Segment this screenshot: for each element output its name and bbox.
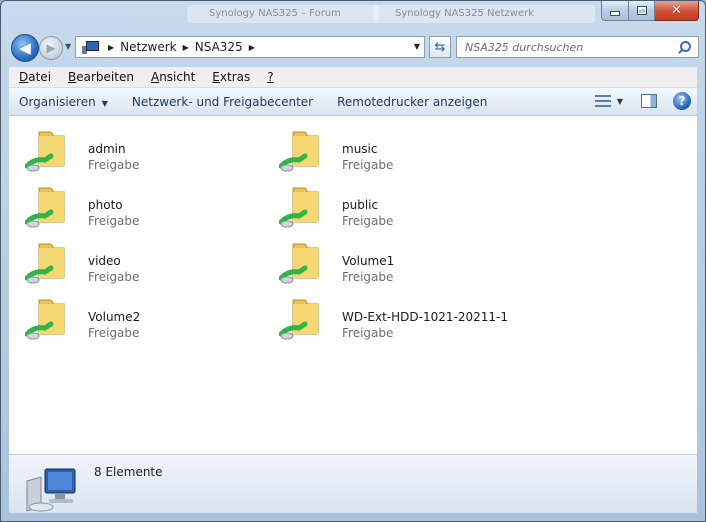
share-name: admin [88, 142, 126, 156]
share-name: Volume2 [88, 310, 141, 324]
shared-folder-icon [25, 131, 65, 172]
chevron-down-icon[interactable]: ▼ [617, 97, 623, 106]
share-name: music [342, 142, 378, 156]
share-type: Freigabe [88, 214, 140, 228]
change-view-icon[interactable] [594, 94, 611, 108]
shared-folder-icon [279, 299, 319, 340]
share-item[interactable]: photo Freigabe [25, 180, 265, 232]
menu-extras[interactable]: Extras [202, 70, 257, 84]
shared-folder-icon [279, 187, 319, 228]
minimize-icon [610, 11, 620, 16]
share-name: photo [88, 198, 123, 212]
share-name: public [342, 198, 379, 212]
share-type: Freigabe [342, 326, 394, 340]
share-type: Freigabe [88, 326, 140, 340]
explorer-window: Synology NAS325 – Forum Synology NAS325 … [0, 0, 706, 522]
share-name: Volume1 [342, 254, 395, 268]
organize-label: Organisieren [19, 94, 96, 109]
share-item[interactable]: public Freigabe [279, 180, 519, 232]
command-bar: Organisieren ▼ Netzwerk- und Freigabecent… [9, 88, 697, 116]
help-icon[interactable]: ? [673, 92, 691, 110]
address-bar[interactable]: ▶ Netzwerk ▶ NSA325 ▶ ▼ [75, 36, 425, 58]
share-name: video [88, 254, 121, 268]
menu-help[interactable]: ? [257, 70, 280, 84]
recent-pages-dropdown[interactable]: ▼ [65, 42, 71, 51]
remote-printers-button[interactable]: Remotedrucker anzeigen [327, 95, 501, 109]
shared-folder-icon [25, 299, 65, 340]
menu-datei[interactable]: Datei [9, 70, 58, 84]
network-device-icon [26, 468, 76, 512]
minimize-button[interactable] [601, 1, 629, 21]
share-item[interactable]: Volume2 Freigabe [25, 292, 265, 344]
maximize-icon [636, 6, 647, 15]
search-box [456, 36, 699, 58]
back-button[interactable]: ◀ [11, 34, 39, 62]
share-item[interactable]: admin Freigabe [25, 124, 265, 176]
close-button[interactable]: ✕ [655, 1, 699, 21]
forward-button[interactable]: ▶ [39, 36, 63, 60]
search-icon[interactable] [676, 38, 694, 56]
chevron-right-icon[interactable]: ▶ [249, 43, 255, 52]
network-center-button[interactable]: Netzwerk- und Freigabecenter [122, 95, 327, 109]
share-item[interactable]: video Freigabe [25, 236, 265, 288]
file-list: admin Freigabe music Freigabe photo Frei… [9, 116, 697, 454]
details-pane: 8 Elemente [9, 454, 697, 513]
share-item[interactable]: music Freigabe [279, 124, 519, 176]
caption-buttons: ✕ [601, 1, 699, 21]
organize-button[interactable]: Organisieren ▼ [9, 95, 122, 109]
share-type: Freigabe [342, 214, 394, 228]
shared-folder-icon [279, 243, 319, 284]
share-item[interactable]: WD-Ext-HDD-1021-20211-1 Freigabe [279, 292, 519, 344]
share-item[interactable]: Volume1 Freigabe [279, 236, 519, 288]
share-name: WD-Ext-HDD-1021-20211-1 [342, 310, 508, 324]
shared-folder-icon [279, 131, 319, 172]
share-type: Freigabe [342, 270, 394, 284]
address-dropdown-icon[interactable]: ▼ [414, 42, 420, 51]
maximize-button[interactable] [629, 1, 655, 21]
share-type: Freigabe [88, 270, 140, 284]
breadcrumb-nsa325[interactable]: NSA325 [195, 40, 243, 54]
background-tab: Synology NAS325 – Forum [187, 5, 379, 23]
breadcrumb-netzwerk[interactable]: Netzwerk [120, 40, 176, 54]
preview-pane-icon[interactable] [641, 94, 657, 108]
command-bar-right: ▼ ? [594, 92, 691, 110]
menu-bearbeiten[interactable]: Bearbeiten [58, 70, 141, 84]
navigation-bar: ◀ ▶ ▼ ▶ Netzwerk ▶ NSA325 ▶ ▼ ⇆ [9, 34, 699, 62]
network-computer-icon [82, 40, 99, 54]
chevron-down-icon: ▼ [101, 98, 108, 108]
arrow-left-icon: ◀ [19, 39, 31, 57]
chevron-right-icon[interactable]: ▶ [183, 43, 189, 52]
share-type: Freigabe [342, 158, 394, 172]
search-input[interactable] [457, 39, 676, 55]
item-count: 8 Elemente [94, 465, 163, 479]
menu-ansicht[interactable]: Ansicht [141, 70, 202, 84]
menu-bar: Datei Bearbeiten Ansicht Extras ? [9, 67, 697, 88]
close-icon: ✕ [671, 3, 682, 18]
share-type: Freigabe [88, 158, 140, 172]
refresh-icon: ⇆ [434, 39, 446, 55]
menu-datei-rest: atei [28, 70, 52, 84]
arrow-right-icon: ▶ [46, 41, 56, 55]
refresh-button[interactable]: ⇆ [429, 36, 451, 58]
shared-folder-icon [25, 243, 65, 284]
chevron-right-icon[interactable]: ▶ [108, 43, 114, 52]
background-tab: Synology NAS325 Netzwerk [373, 5, 595, 23]
shared-folder-icon [25, 187, 65, 228]
